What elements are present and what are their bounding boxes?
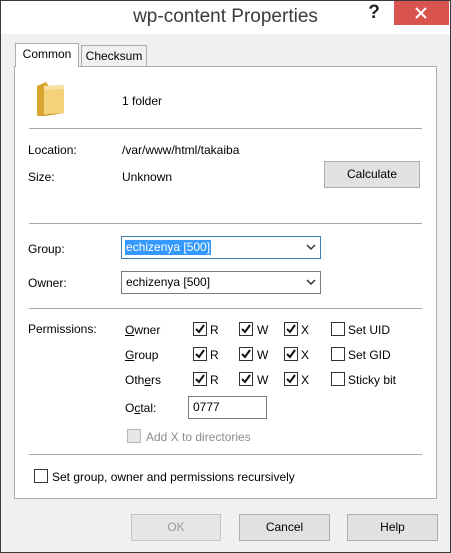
checkmark-icon <box>241 349 251 359</box>
owner-write-checkbox[interactable] <box>239 322 253 336</box>
owner-combobox[interactable]: echizenya [500] <box>121 271 321 294</box>
close-button[interactable] <box>394 1 449 25</box>
permissions-label: Permissions: <box>28 322 97 336</box>
separator <box>29 454 422 455</box>
checkmark-icon <box>195 374 205 384</box>
separator <box>29 128 422 129</box>
group-exec-label: X <box>301 348 310 362</box>
folder-count: 1 folder <box>122 94 163 108</box>
recursive-checkbox[interactable] <box>34 469 48 483</box>
tab-common[interactable]: Common <box>15 43 79 67</box>
close-icon <box>415 7 427 19</box>
owner-write-label: W <box>257 323 269 337</box>
group-write-checkbox[interactable] <box>239 347 253 361</box>
group-value: echizenya [500] <box>125 240 212 255</box>
group-read-checkbox[interactable] <box>193 347 207 361</box>
set-uid-label: Set UID <box>348 323 391 337</box>
others-exec-checkbox[interactable] <box>284 372 298 386</box>
owner-read-label: R <box>210 323 219 337</box>
octal-label: Octal: <box>125 401 157 415</box>
separator <box>29 308 422 309</box>
checkmark-icon <box>286 349 296 359</box>
group-combobox[interactable]: echizenya [500] <box>121 236 321 259</box>
owner-label: Owner: <box>28 276 67 290</box>
location-value: /var/www/html/takaiba <box>122 143 240 157</box>
help-button[interactable]: Help <box>347 514 438 541</box>
others-read-label: R <box>210 373 219 387</box>
group-write-label: W <box>257 348 269 362</box>
checkmark-icon <box>195 349 205 359</box>
set-gid-checkbox[interactable] <box>331 347 345 361</box>
add-x-label: Add X to directories <box>146 430 251 444</box>
others-read-checkbox[interactable] <box>193 372 207 386</box>
owner-exec-label: X <box>301 323 310 337</box>
perm-row-others-label: Others <box>125 373 162 387</box>
title-bar: wp-content Properties ? <box>1 1 450 34</box>
set-gid-label: Set GID <box>348 348 391 362</box>
chevron-down-icon <box>306 244 316 251</box>
size-label: Size: <box>28 170 55 184</box>
owner-value: echizenya [500] <box>126 275 211 289</box>
help-title-button[interactable]: ? <box>359 1 389 25</box>
group-exec-checkbox[interactable] <box>284 347 298 361</box>
properties-dialog: wp-content Properties ? Common Checksum … <box>0 0 451 553</box>
location-label: Location: <box>28 143 77 157</box>
calculate-button[interactable]: Calculate <box>324 161 420 188</box>
group-label: Group: <box>28 242 65 256</box>
owner-read-checkbox[interactable] <box>193 322 207 336</box>
others-write-checkbox[interactable] <box>239 372 253 386</box>
perm-row-group-label: Group <box>125 348 159 362</box>
sticky-bit-label: Sticky bit <box>348 373 397 387</box>
checkmark-icon <box>241 374 251 384</box>
folder-icon <box>37 82 64 116</box>
tab-checksum[interactable]: Checksum <box>81 45 147 67</box>
group-read-label: R <box>210 348 219 362</box>
checkmark-icon <box>241 324 251 334</box>
owner-exec-checkbox[interactable] <box>284 322 298 336</box>
chevron-down-icon <box>306 279 316 286</box>
others-exec-label: X <box>301 373 310 387</box>
set-uid-checkbox[interactable] <box>331 322 345 336</box>
checkmark-icon <box>286 324 296 334</box>
perm-row-owner-label: Owner <box>125 323 161 337</box>
others-write-label: W <box>257 373 269 387</box>
cancel-button[interactable]: Cancel <box>239 514 330 541</box>
ok-button[interactable]: OK <box>131 514 221 541</box>
add-x-checkbox[interactable] <box>127 429 141 443</box>
octal-input[interactable]: 0777 <box>188 396 267 419</box>
size-value: Unknown <box>122 170 173 184</box>
separator <box>29 223 422 224</box>
checkmark-icon <box>195 324 205 334</box>
recursive-label: Set group, owner and permissions recursi… <box>52 470 295 484</box>
sticky-bit-checkbox[interactable] <box>331 372 345 386</box>
checkmark-icon <box>286 374 296 384</box>
